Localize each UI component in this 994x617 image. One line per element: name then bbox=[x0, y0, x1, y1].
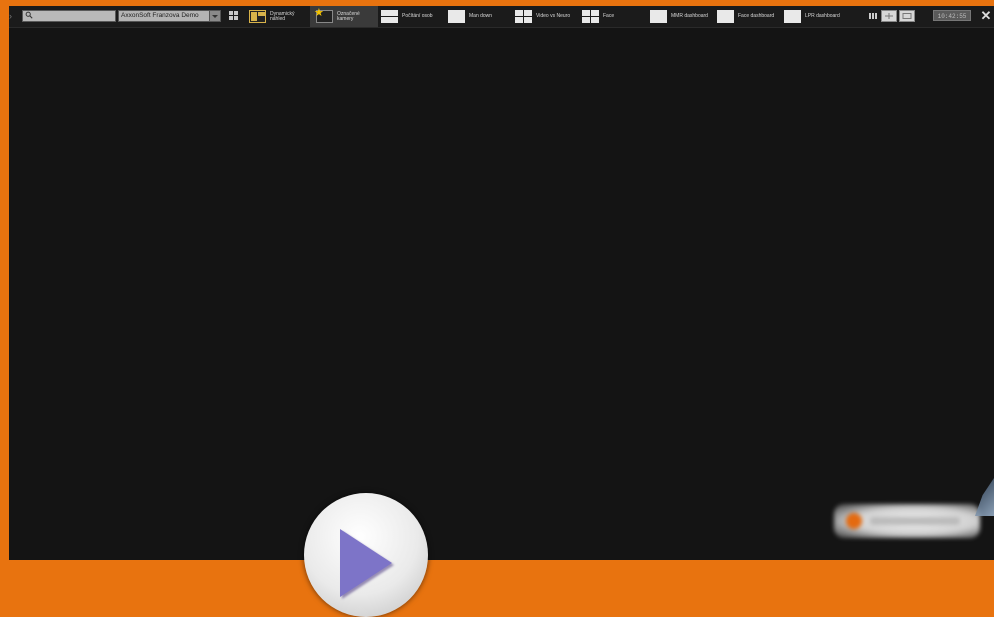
top-toolbar: › AxxonSoft Franzova Demo Dynamický náhl… bbox=[9, 6, 994, 28]
layout-label: Man down bbox=[469, 13, 493, 19]
search-icon bbox=[25, 11, 33, 19]
clock-display: 10:42:55 bbox=[933, 10, 971, 21]
layout-thumbnail-icon bbox=[717, 10, 734, 23]
star-icon: ★ bbox=[314, 7, 324, 19]
layout-label: Počítání osob bbox=[402, 13, 433, 19]
layout-grid-icon[interactable] bbox=[229, 11, 238, 20]
layout-label: LPR dashboard bbox=[805, 13, 840, 19]
notification-icon bbox=[846, 513, 862, 529]
video-area: › AxxonSoft Franzova Demo Dynamický náhl… bbox=[9, 6, 994, 560]
layout-thumbnail-icon bbox=[515, 10, 532, 23]
collapse-handle-icon[interactable]: › bbox=[9, 10, 14, 22]
layout-label: Video vs Neuro bbox=[536, 13, 571, 19]
layout-label: Face dashboard bbox=[738, 13, 775, 19]
layout-dynamic-view[interactable]: Dynamický náhled bbox=[249, 6, 307, 27]
close-icon[interactable]: ✕ bbox=[978, 7, 994, 24]
notification-toast[interactable] bbox=[834, 504, 980, 538]
grid-view-icon[interactable] bbox=[881, 10, 897, 22]
layout-people-counting[interactable]: Počítání osob bbox=[381, 6, 441, 27]
layout-marked-cameras[interactable]: ★ Označené kamery bbox=[310, 6, 378, 27]
layout-thumbnail-icon bbox=[784, 10, 801, 23]
notification-text-placeholder bbox=[870, 517, 960, 525]
search-input[interactable] bbox=[22, 10, 116, 22]
layout-face-dashboard[interactable]: Face dashboard bbox=[717, 6, 783, 27]
dynamic-layout-icon bbox=[249, 10, 266, 23]
layout-lpr-dashboard[interactable]: LPR dashboard bbox=[784, 6, 850, 27]
layout-label: Označené kamery bbox=[337, 10, 360, 22]
columns-view-icon[interactable] bbox=[868, 10, 879, 22]
layout-thumbnail-icon bbox=[381, 10, 398, 23]
layout-face[interactable]: Face bbox=[582, 6, 627, 27]
layout-label: Dynamický náhled bbox=[270, 10, 295, 22]
layout-video-vs-neuro[interactable]: Video vs Neuro bbox=[515, 6, 579, 27]
layout-label: MMR dashboard bbox=[671, 13, 708, 19]
play-icon bbox=[340, 529, 392, 597]
play-button[interactable] bbox=[304, 493, 428, 617]
layout-thumbnail-icon bbox=[582, 10, 599, 23]
layout-man-down[interactable]: Man down bbox=[448, 6, 503, 27]
layout-mmr-dashboard[interactable]: MMR dashboard bbox=[650, 6, 714, 27]
view-mode-group bbox=[868, 10, 915, 23]
favorite-layout-icon: ★ bbox=[314, 7, 333, 23]
server-name: AxxonSoft Franzova Demo bbox=[121, 12, 199, 19]
layout-thumbnail-icon bbox=[448, 10, 465, 23]
chevron-down-icon[interactable] bbox=[209, 11, 220, 21]
layout-label: Face bbox=[603, 13, 615, 19]
server-select[interactable]: AxxonSoft Franzova Demo bbox=[118, 10, 221, 22]
single-view-icon[interactable] bbox=[899, 10, 915, 22]
layout-thumbnail-icon bbox=[650, 10, 667, 23]
